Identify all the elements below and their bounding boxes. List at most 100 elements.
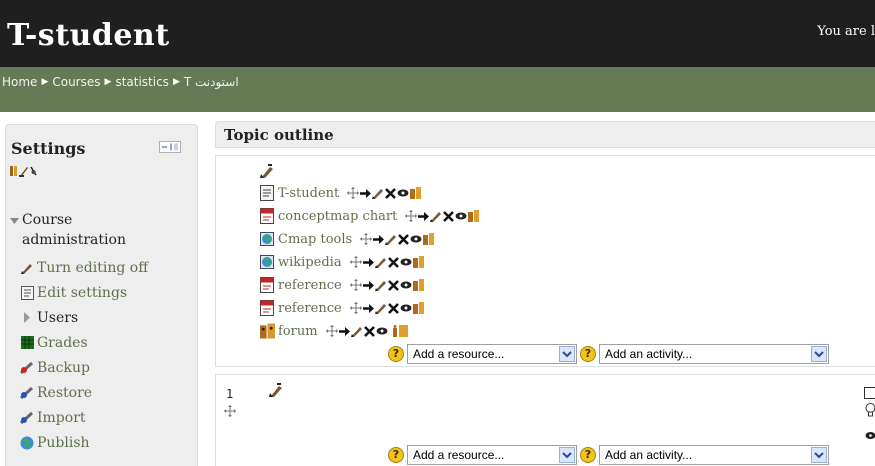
site-title[interactable]: T-student [7,18,170,53]
group-mode-icon[interactable] [468,210,480,222]
hide-icon[interactable] [455,211,467,221]
edit-activity-icon[interactable] [372,187,384,199]
tree-item-restore[interactable]: Restore [20,380,198,405]
edit-activity-icon[interactable] [374,279,387,291]
delete-icon[interactable] [387,302,399,314]
hide-icon[interactable] [400,280,412,290]
delete-icon[interactable] [443,210,455,222]
activity-edit-icons [349,279,425,291]
move-section-icon[interactable] [224,405,236,417]
move-icon[interactable] [405,210,418,222]
highlight-checkbox-icon[interactable] [864,387,875,399]
indent-right-icon[interactable] [362,303,374,314]
page-icon [260,185,275,201]
activity-row: conceptmap chart [260,206,480,226]
delete-icon[interactable] [385,187,397,199]
activity-link[interactable]: reference [278,278,342,293]
edit-summary-icon[interactable] [260,164,274,178]
hide-block-icon[interactable] [29,165,38,177]
activity-link[interactable]: wikipedia [278,255,342,270]
activity-link[interactable]: forum [278,324,318,339]
indent-right-icon[interactable] [362,280,374,291]
lightbulb-icon[interactable] [865,403,875,417]
hide-icon[interactable] [400,303,412,313]
group-mode-icon[interactable] [412,256,425,268]
move-icon[interactable] [349,302,362,314]
course-admin-list: Turn editing off Edit settings Users Gra… [20,255,198,455]
group-mode-icon[interactable] [392,325,409,337]
course-admin-node[interactable]: Course administration [10,210,172,250]
tree-item-edit-settings[interactable]: Edit settings [20,280,198,305]
hide-icon[interactable] [400,257,412,267]
indent-right-icon[interactable] [338,326,350,337]
activity-link[interactable]: reference [278,301,342,316]
delete-icon[interactable] [387,256,399,268]
edit-activity-icon[interactable] [374,256,387,268]
activity-row: wikipedia [260,252,425,272]
collapse-arrow-icon[interactable] [10,216,19,225]
settings-title: Settings [11,139,86,158]
tree-item-turn-editing[interactable]: Turn editing off [20,255,198,280]
move-icon[interactable] [349,256,362,268]
indent-right-icon[interactable] [373,234,385,245]
dock-block-icon[interactable] [159,141,181,153]
help-icon[interactable]: ? [580,346,596,362]
move-icon[interactable] [360,233,373,245]
url-icon [260,231,275,247]
tree-item-backup[interactable]: Backup [20,355,198,380]
activity-row: reference [260,275,425,295]
settings-header: Settings [6,125,197,165]
tree-item-label: Restore [37,384,93,401]
activity-link[interactable]: conceptmap chart [278,209,397,224]
block-control-icons [9,165,38,177]
breadcrumb-course: T استودنت [183,75,239,89]
indent-right-icon[interactable] [418,211,430,222]
group-mode-icon[interactable] [412,302,425,314]
pdf-icon [260,208,275,224]
chevron-down-icon [811,346,827,362]
edit-summary-icon[interactable] [269,383,283,397]
edit-activity-icon[interactable] [350,325,363,337]
help-icon[interactable]: ? [580,447,596,463]
move-icon[interactable] [349,279,362,291]
tree-item-label: Import [37,409,86,426]
delete-icon[interactable] [387,279,399,291]
delete-icon[interactable] [363,325,375,337]
hide-icon[interactable] [397,188,409,198]
move-block-icon[interactable] [9,165,18,177]
help-icon[interactable]: ? [388,447,404,463]
tree-item-import[interactable]: Import [20,405,198,430]
edit-activity-icon[interactable] [385,233,397,245]
edit-block-icon[interactable] [19,165,28,177]
hide-icon[interactable] [376,326,388,336]
tree-item-grades[interactable]: Grades [20,330,198,355]
breadcrumb-home[interactable]: Home [2,75,37,89]
add-resource-select[interactable]: Add a resource... [407,445,577,465]
activity-link[interactable]: T-student [278,186,339,201]
delete-icon[interactable] [398,233,410,245]
add-resource-select[interactable]: Add a resource... [407,344,577,364]
tree-item-users[interactable]: Users [20,305,198,330]
tree-item-publish[interactable]: Publish [20,430,198,455]
group-mode-icon[interactable] [410,187,422,199]
move-icon[interactable] [325,325,338,337]
group-mode-icon[interactable] [423,233,435,245]
group-mode-icon[interactable] [412,279,425,291]
tree-item-label: Grades [37,334,88,351]
add-activity-select[interactable]: Add an activity... [599,445,829,465]
help-icon[interactable]: ? [388,346,404,362]
hide-icon[interactable] [410,234,422,244]
breadcrumb-category[interactable]: statistics [115,75,169,89]
breadcrumb-courses[interactable]: Courses [52,75,100,89]
tree-item-label: Turn editing off [37,259,149,276]
activity-link[interactable]: Cmap tools [278,232,352,247]
indent-right-icon[interactable] [360,188,372,199]
edit-activity-icon[interactable] [374,302,387,314]
hide-section-icon[interactable] [865,431,875,440]
add-activity-select[interactable]: Add an activity... [599,344,829,364]
chevron-down-icon [559,447,575,463]
move-icon[interactable] [347,187,360,199]
edit-activity-icon[interactable] [430,210,442,222]
indent-right-icon[interactable] [362,257,374,268]
activity-row: Cmap tools [260,229,435,249]
